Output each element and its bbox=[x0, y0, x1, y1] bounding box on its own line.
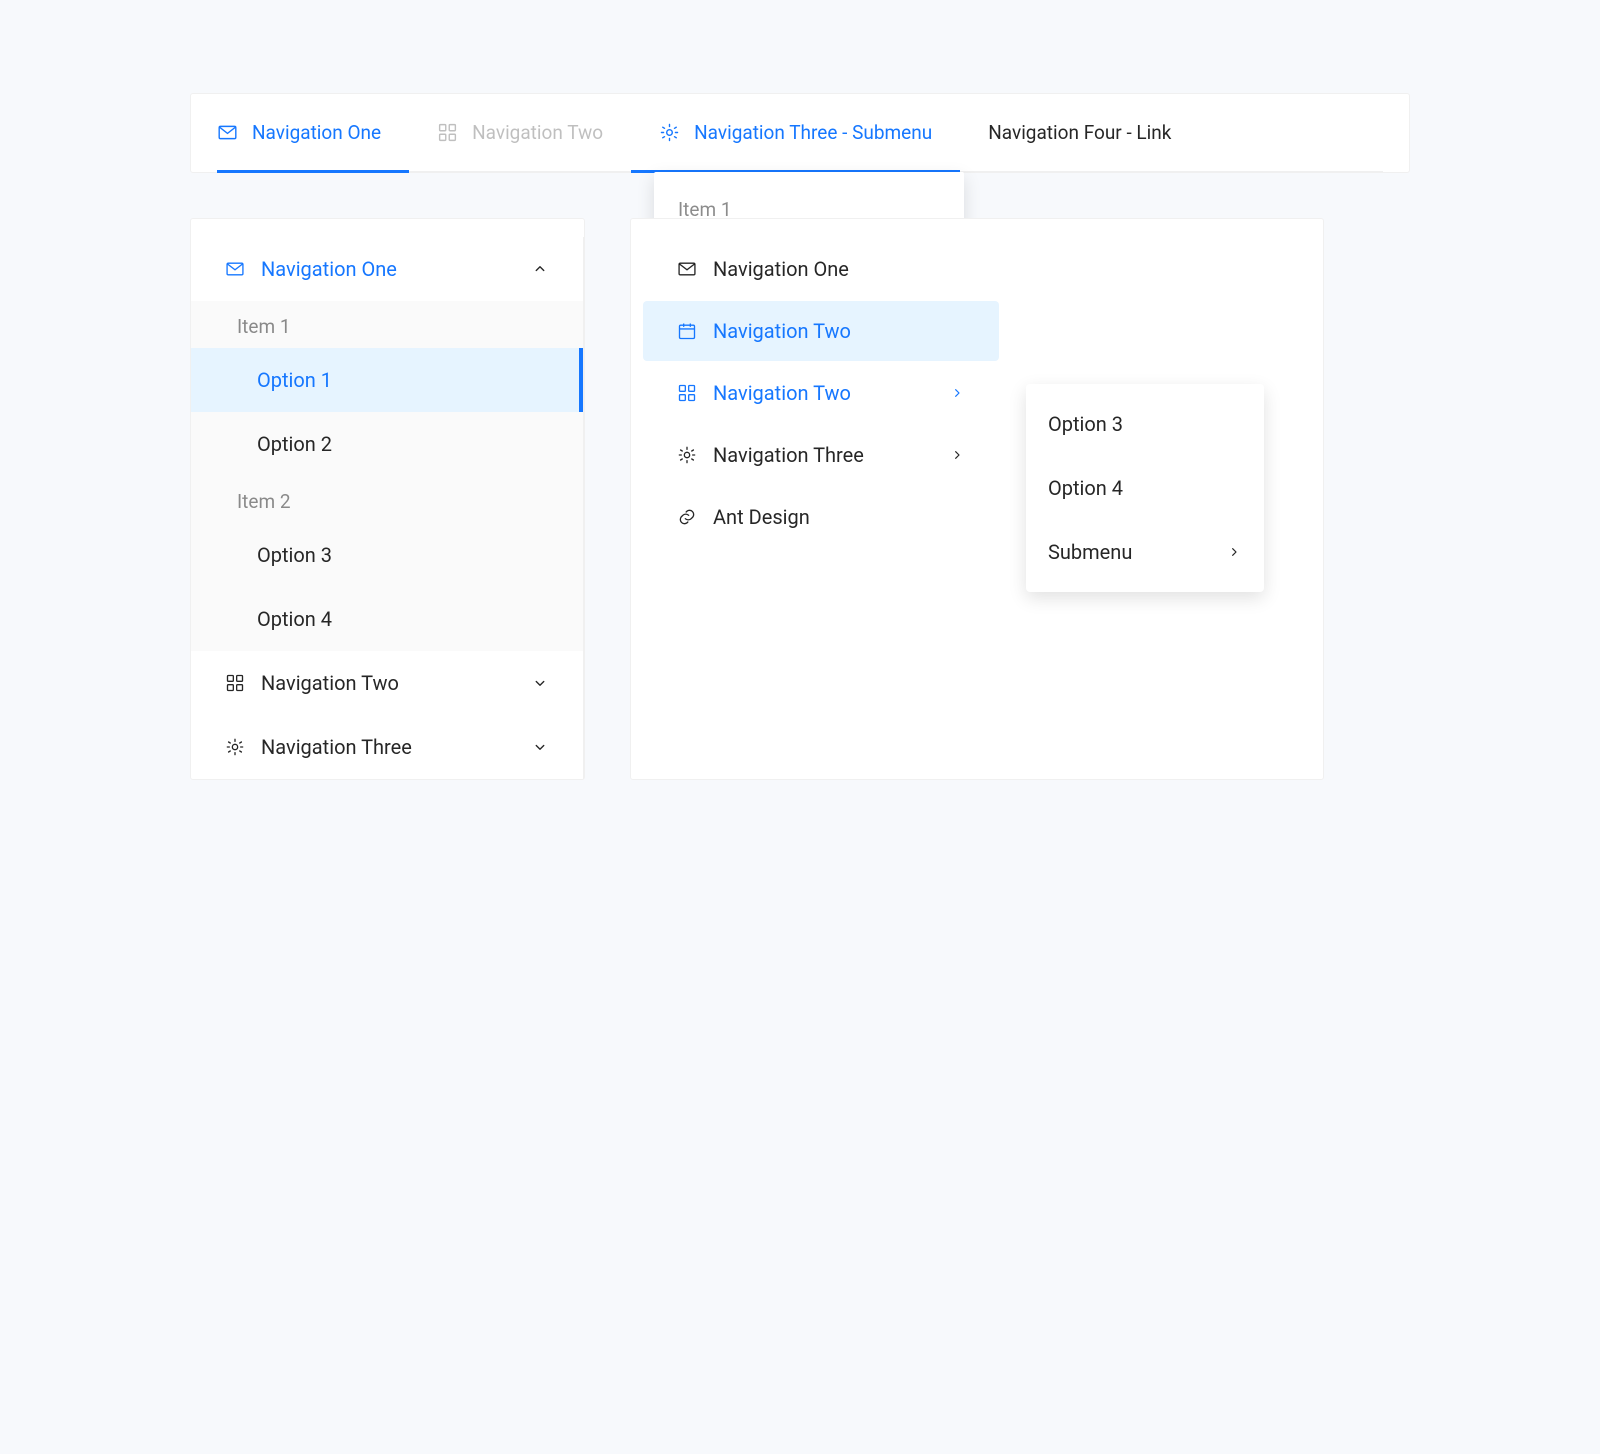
chevron-up-icon bbox=[531, 260, 549, 278]
setting-icon bbox=[677, 445, 697, 465]
inline-nav-three[interactable]: Navigation Three bbox=[191, 715, 583, 779]
chevron-right-icon bbox=[1226, 544, 1242, 560]
vmenu-ant-design[interactable]: Ant Design bbox=[643, 487, 999, 547]
vmenu-nav-one[interactable]: Navigation One bbox=[643, 239, 999, 299]
mail-icon bbox=[217, 122, 238, 143]
horizontal-menu: Navigation One Navigation Two Navigation… bbox=[217, 94, 1383, 172]
vertical-menu: Navigation One Navigation Two Navigation… bbox=[631, 239, 1011, 547]
inline-nav-two[interactable]: Navigation Two bbox=[191, 651, 583, 715]
inline-nav-one-submenu: Item 1 Option 1 Option 2 Item 2 Option 3… bbox=[191, 301, 583, 651]
vmenu-nav-three-label: Navigation Three bbox=[713, 443, 864, 467]
inline-nav-three-label: Navigation Three bbox=[261, 735, 412, 759]
calendar-icon bbox=[677, 321, 697, 341]
appstore-icon bbox=[677, 383, 697, 403]
inline-menu-card: Navigation One Item 1 Option 1 Option 2 … bbox=[190, 218, 585, 780]
nav-two: Navigation Two bbox=[409, 94, 631, 172]
vmenu-nav-two-sub[interactable]: Navigation Two bbox=[643, 363, 999, 423]
inline-option-3[interactable]: Option 3 bbox=[191, 523, 583, 587]
nav-three-label: Navigation Three - Submenu bbox=[694, 121, 932, 144]
nav-four-link[interactable]: Navigation Four - Link bbox=[960, 94, 1199, 172]
inline-option-4[interactable]: Option 4 bbox=[191, 587, 583, 651]
vmenu-ant-design-label: Ant Design bbox=[713, 505, 810, 529]
appstore-icon bbox=[437, 122, 458, 143]
inline-nav-one-label: Navigation One bbox=[261, 257, 397, 281]
vmenu-popout: Option 3 Option 4 Submenu bbox=[1026, 384, 1264, 592]
nav-one[interactable]: Navigation One bbox=[217, 94, 409, 172]
link-icon bbox=[677, 507, 697, 527]
mail-icon bbox=[677, 259, 697, 279]
popout-option-3-label: Option 3 bbox=[1048, 412, 1123, 436]
popout-option-3[interactable]: Option 3 bbox=[1026, 392, 1264, 456]
chevron-right-icon bbox=[949, 447, 965, 463]
chevron-down-icon bbox=[531, 674, 549, 692]
setting-icon bbox=[225, 737, 245, 757]
vmenu-nav-three[interactable]: Navigation Three bbox=[643, 425, 999, 485]
nav-one-label: Navigation One bbox=[252, 121, 381, 144]
nav-two-label: Navigation Two bbox=[472, 121, 603, 144]
popout-option-4-label: Option 4 bbox=[1048, 476, 1123, 500]
inline-option-1[interactable]: Option 1 bbox=[191, 348, 583, 412]
horizontal-menu-card: Navigation One Navigation Two Navigation… bbox=[190, 93, 1410, 173]
vmenu-nav-two-sub-label: Navigation Two bbox=[713, 381, 851, 405]
chevron-right-icon bbox=[949, 385, 965, 401]
inline-menu: Navigation One Item 1 Option 1 Option 2 … bbox=[191, 237, 584, 779]
inline-group-1: Item 1 bbox=[191, 301, 583, 348]
inline-nav-two-label: Navigation Two bbox=[261, 671, 399, 695]
vmenu-nav-two-selected-label: Navigation Two bbox=[713, 319, 851, 343]
nav-three-submenu[interactable]: Navigation Three - Submenu bbox=[631, 94, 960, 172]
inline-option-2[interactable]: Option 2 bbox=[191, 412, 583, 476]
setting-icon bbox=[659, 122, 680, 143]
chevron-down-icon bbox=[531, 738, 549, 756]
nav-four-label: Navigation Four - Link bbox=[988, 121, 1171, 144]
appstore-icon bbox=[225, 673, 245, 693]
popout-option-4[interactable]: Option 4 bbox=[1026, 456, 1264, 520]
inline-nav-one[interactable]: Navigation One bbox=[191, 237, 583, 301]
vertical-menu-card: Navigation One Navigation Two Navigation… bbox=[630, 218, 1324, 780]
inline-group-2: Item 2 bbox=[191, 476, 583, 523]
vmenu-nav-one-label: Navigation One bbox=[713, 257, 849, 281]
mail-icon bbox=[225, 259, 245, 279]
popout-submenu-label: Submenu bbox=[1048, 540, 1132, 564]
vmenu-nav-two-selected[interactable]: Navigation Two bbox=[643, 301, 999, 361]
popout-submenu[interactable]: Submenu bbox=[1026, 520, 1264, 584]
